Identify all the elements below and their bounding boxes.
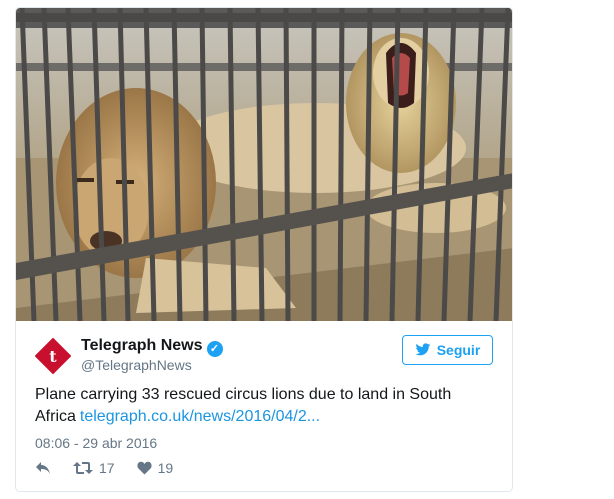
- tweet-text-block: Plane carrying 33 rescued circus lions d…: [35, 384, 495, 428]
- retweet-icon: [73, 462, 93, 474]
- tweet-actions: 17 19: [35, 460, 195, 476]
- svg-text:t: t: [49, 347, 57, 366]
- tweet-timestamp[interactable]: 08:06 - 29 abr 2016: [35, 435, 157, 451]
- author-handle[interactable]: @TelegraphNews: [81, 357, 192, 373]
- telegraph-logo-icon[interactable]: t: [35, 338, 71, 374]
- follow-button[interactable]: Seguir: [402, 335, 493, 365]
- like-count: 19: [157, 460, 174, 476]
- tweet-card: t Telegraph News ✓ @TelegraphNews Seguir …: [15, 7, 513, 492]
- bird-icon: [415, 343, 431, 356]
- like-button[interactable]: 19: [137, 460, 174, 476]
- verified-icon: ✓: [206, 341, 223, 357]
- retweet-count: 17: [99, 460, 115, 476]
- lions-in-cage-image: [16, 8, 512, 321]
- follow-label: Seguir: [436, 342, 481, 358]
- reply-icon: [36, 462, 50, 474]
- tweet-link[interactable]: telegraph.co.uk/news/2016/04/2...: [80, 408, 320, 425]
- author-name[interactable]: Telegraph News: [81, 337, 203, 354]
- reply-button[interactable]: [35, 461, 51, 475]
- tweet-photo-caged-lions[interactable]: [16, 8, 512, 321]
- retweet-button[interactable]: 17: [73, 460, 115, 476]
- heart-icon: [137, 461, 152, 475]
- author-name-row[interactable]: Telegraph News ✓: [81, 337, 223, 357]
